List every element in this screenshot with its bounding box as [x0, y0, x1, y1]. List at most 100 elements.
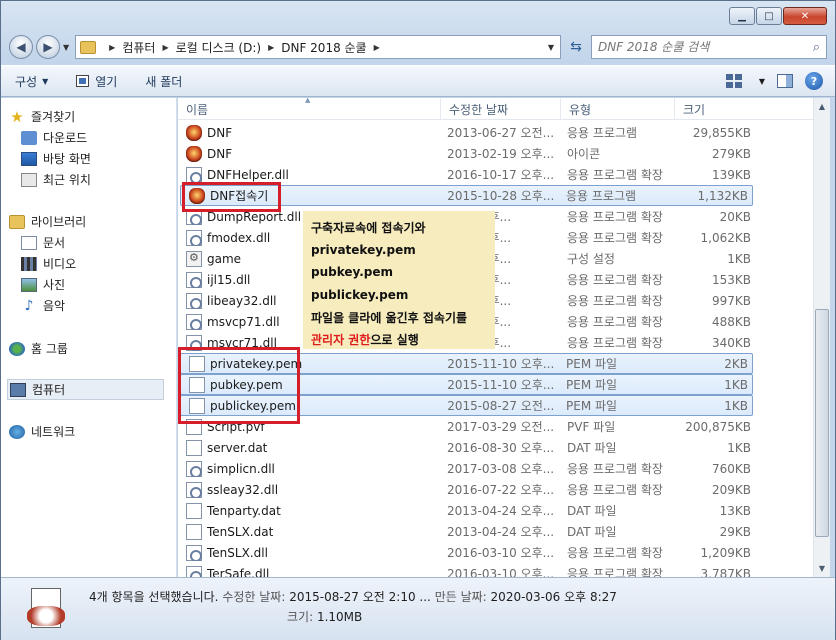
nav-desktop[interactable]: 바탕 화면: [9, 148, 91, 169]
file-name-cell: TerSafe.dll: [178, 565, 441, 577]
file-type: 아이콘: [567, 147, 601, 161]
caption-buttons: ▁ □ ✕: [729, 7, 827, 25]
vertical-scrollbar[interactable]: ▲ ▼: [813, 98, 830, 577]
help-icon[interactable]: ?: [805, 72, 823, 90]
network-icon: [9, 424, 25, 439]
address-bar[interactable]: ▶ 컴퓨터 ▶ 로컬 디스크 (D:) ▶ DNF 2018 순쿨 ▶ ▼: [75, 35, 561, 59]
search-icon[interactable]: ⌕: [813, 40, 820, 55]
nav-computer[interactable]: 컴퓨터: [7, 379, 164, 400]
file-name-cell: DNF: [178, 124, 441, 141]
minimize-button[interactable]: ▁: [729, 7, 755, 25]
open-button[interactable]: 열기: [76, 73, 117, 90]
nav-network-label: 네트워크: [31, 425, 76, 439]
file-type: DAT 파일: [567, 525, 617, 539]
new-folder-button[interactable]: 새 폴더: [145, 73, 182, 90]
column-headers: ▲ 이름 수정한 날짜 유형 크기: [178, 98, 815, 120]
scroll-down-icon[interactable]: ▼: [814, 560, 830, 577]
nav-recent[interactable]: 최근 위치: [9, 169, 91, 190]
history-dropdown-icon[interactable]: ▼: [63, 43, 69, 52]
file-row[interactable]: DNF 2013-06-27 오전... 응용 프로그램 29,855KB: [178, 122, 815, 143]
view-dropdown-icon[interactable]: ▼: [759, 77, 765, 86]
view-options-icon[interactable]: [725, 74, 742, 88]
forward-button[interactable]: ▶: [36, 35, 60, 59]
note-emphasis: 관리자 권한: [311, 333, 371, 348]
file-name: game: [207, 251, 242, 266]
maximize-button[interactable]: □: [756, 7, 782, 25]
file-name: msvcp71.dll: [207, 314, 280, 329]
back-button[interactable]: ◀: [9, 35, 33, 59]
nav-network[interactable]: 네트워크: [9, 421, 75, 442]
file-type: DAT 파일: [567, 504, 617, 518]
homegroup-group: 홈 그룹: [9, 338, 68, 359]
column-header-type[interactable]: 유형: [561, 98, 675, 120]
nav-computer-label: 컴퓨터: [32, 383, 66, 397]
file-type: 응용 프로그램 확장: [567, 336, 663, 350]
file-type: 응용 프로그램 확장: [567, 294, 663, 308]
chevron-right-icon[interactable]: ▶: [162, 43, 168, 52]
nav-homegroup[interactable]: 홈 그룹: [9, 338, 68, 359]
organize-button[interactable]: 구성 ▼: [15, 73, 48, 90]
nav-documents[interactable]: 문서: [9, 232, 86, 253]
recent-places-icon: [21, 172, 37, 187]
homegroup-icon: [9, 341, 25, 356]
nav-videos[interactable]: 비디오: [9, 253, 86, 274]
file-type: 응용 프로그램 확장: [567, 546, 663, 560]
favorites-group: ★ 즐겨찾기 다운로드 바탕 화면 최근 위치: [9, 106, 91, 190]
nav-favorites-label: 즐겨찾기: [31, 110, 76, 124]
file-size: 1,062KB: [700, 230, 751, 245]
address-dropdown-icon[interactable]: ▼: [542, 43, 560, 52]
size-value: 1.10MB: [316, 610, 363, 624]
file-row[interactable]: simplicn.dll 2017-03-08 오후... 응용 프로그램 확장 76…: [178, 458, 815, 479]
file-size: 200,875KB: [685, 419, 751, 434]
nav-downloads[interactable]: 다운로드: [9, 127, 91, 148]
nav-music[interactable]: ♪ 음악: [9, 295, 86, 316]
chevron-right-icon[interactable]: ▶: [374, 43, 380, 52]
nav-downloads-label: 다운로드: [43, 131, 88, 145]
file-row[interactable]: msvcp71.dll...14 오후...응용 프로그램 확장488KB: [178, 311, 815, 332]
organize-label: 구성: [15, 74, 38, 89]
file-row[interactable]: TenSLX.dat 2013-04-24 오후... DAT 파일 29KB: [178, 521, 815, 542]
scroll-up-icon[interactable]: ▲: [814, 98, 830, 115]
file-row[interactable]: game...14 오후...구성 설정1KB: [178, 248, 815, 269]
file-date: 2013-02-19 오후...: [447, 147, 555, 161]
file-row[interactable]: fmodex.dll...08 오후...응용 프로그램 확장1,062KB: [178, 227, 815, 248]
file-row[interactable]: ssleay32.dll 2016-07-22 오후... 응용 프로그램 확장 20…: [178, 479, 815, 500]
file-name: simplicn.dll: [207, 461, 275, 476]
details-line-1: 4개 항목을 선택했습니다. 수정한 날짜: 2015-08-27 오전 2:1…: [89, 588, 617, 605]
column-header-date[interactable]: 수정한 날짜: [441, 98, 561, 120]
file-row[interactable]: TerSafe.dll 2016-03-10 오후... 응용 프로그램 확장 3,7…: [178, 563, 815, 577]
note-line: privatekey.pem: [311, 242, 416, 257]
nav-pictures[interactable]: 사진: [9, 274, 86, 295]
column-header-size[interactable]: 크기: [675, 98, 755, 120]
file-type: 응용 프로그램 확장: [567, 462, 663, 476]
chevron-right-icon[interactable]: ▶: [268, 43, 274, 52]
search-box[interactable]: ⌕: [591, 35, 827, 59]
file-row[interactable]: ijl15.dll...06 오후...응용 프로그램 확장153KB: [178, 269, 815, 290]
chevron-right-icon[interactable]: ▶: [109, 43, 115, 52]
nav-favorites[interactable]: ★ 즐겨찾기: [9, 106, 91, 127]
file-row[interactable]: server.dat 2016-08-30 오후... DAT 파일 1KB: [178, 437, 815, 458]
nav-libraries[interactable]: 라이브러리: [9, 211, 86, 232]
breadcrumb-local-disk[interactable]: 로컬 디스크 (D:): [176, 39, 261, 56]
search-input[interactable]: [598, 40, 813, 54]
dll-file-icon: [186, 271, 202, 288]
file-row[interactable]: DNF 2013-02-19 오후... 아이콘 279KB: [178, 143, 815, 164]
file-row[interactable]: TenSLX.dll 2016-03-10 오후... 응용 프로그램 확장 1,20…: [178, 542, 815, 563]
preview-pane-icon[interactable]: [777, 74, 793, 88]
file-name-cell: TenSLX.dll: [178, 544, 441, 561]
file-size: 488KB: [711, 314, 751, 329]
refresh-button[interactable]: ⇆: [565, 35, 587, 59]
breadcrumb-current-folder[interactable]: DNF 2018 순쿨: [281, 39, 366, 56]
breadcrumb-computer[interactable]: 컴퓨터: [122, 39, 155, 56]
file-type: 응용 프로그램 확장: [567, 483, 663, 497]
app-file-icon: [186, 145, 202, 162]
file-row[interactable]: Tenparty.dat 2013-04-24 오후... DAT 파일 13KB: [178, 500, 815, 521]
scrollbar-thumb[interactable]: [815, 309, 829, 537]
close-button[interactable]: ✕: [783, 7, 827, 25]
file-name-cell: server.dat: [178, 439, 441, 456]
file-type: PEM 파일: [566, 399, 618, 413]
file-date: 2015-11-10 오후...: [447, 378, 555, 392]
file-row[interactable]: libeay32.dll...22 오후...응용 프로그램 확장997KB: [178, 290, 815, 311]
refresh-icon: ⇆: [570, 39, 582, 55]
nav-music-label: 음악: [43, 299, 66, 313]
